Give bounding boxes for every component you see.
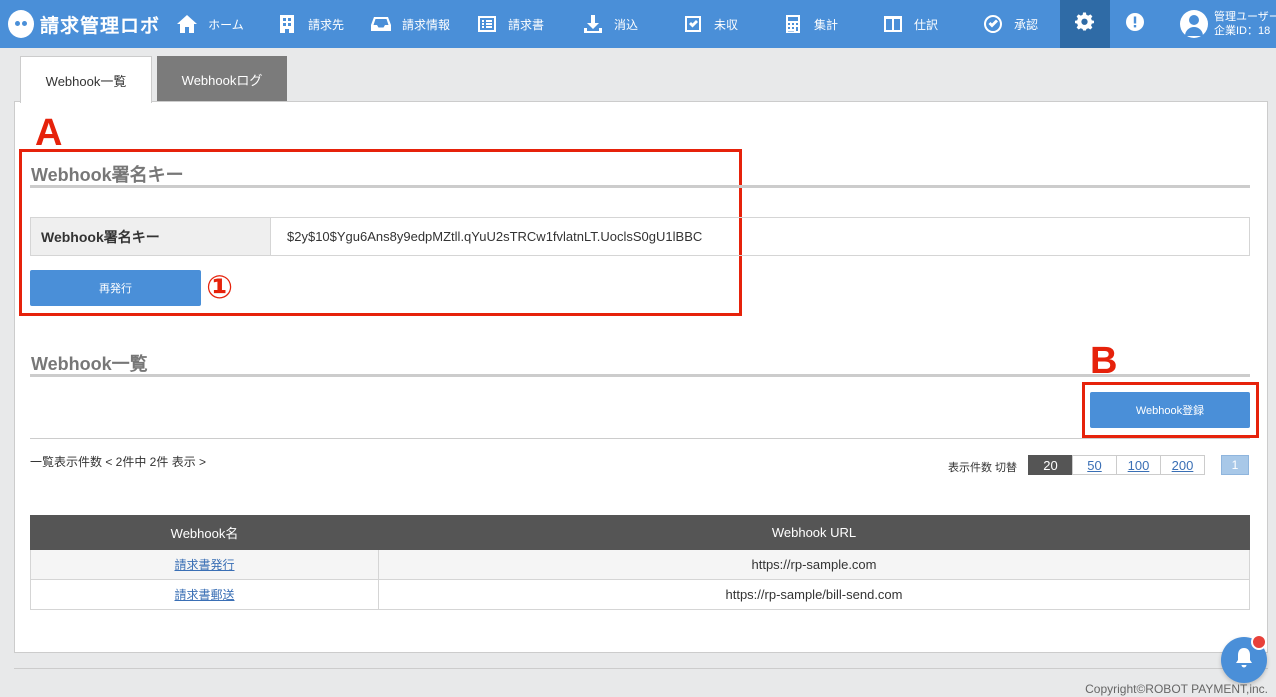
user-name: 管理ユーザー: [1214, 11, 1276, 23]
calculator-icon: [782, 13, 804, 35]
nav-item-home[interactable]: ホーム: [160, 0, 260, 48]
per-page-option[interactable]: 20: [1028, 455, 1073, 475]
document-list-icon: [476, 13, 498, 35]
nav-item-billing-target[interactable]: 請求先: [260, 0, 360, 48]
robot-logo-icon: [8, 10, 34, 38]
column-header-url: Webhook URL: [378, 515, 1250, 550]
table-cell: 請求書郵送: [30, 579, 379, 610]
per-page-option[interactable]: 100: [1116, 455, 1161, 475]
annotation-label-b: B: [1090, 340, 1118, 382]
nav-item-reconcile[interactable]: 消込: [560, 0, 660, 48]
user-info: 管理ユーザー 企業ID：18: [1214, 10, 1276, 38]
webhook-name-link[interactable]: 請求書発行: [174, 558, 234, 572]
table-row: 請求書郵送 https://rp-sample/bill-send.com: [30, 579, 1250, 610]
nav-item-label: 未収: [713, 17, 738, 32]
alert-button[interactable]: [1110, 0, 1160, 48]
footer-divider: [14, 668, 1268, 669]
bell-icon: [1234, 647, 1254, 674]
user-menu[interactable]: 管理ユーザー 企業ID：18: [1160, 10, 1276, 38]
table-row: 請求書発行 https://rp-sample.com: [30, 549, 1250, 580]
nav-item-invoice[interactable]: 請求書: [460, 0, 560, 48]
exclamation-circle-icon: [1125, 12, 1145, 37]
table-header-row: Webhook名 Webhook URL: [30, 515, 1250, 550]
webhook-list-title: Webhook一覧: [31, 354, 148, 374]
home-icon: [176, 13, 198, 35]
building-icon: [276, 13, 298, 35]
nav-item-label: 仕訳: [913, 17, 938, 32]
nav-item-label: 請求情報: [401, 17, 450, 32]
gear-icon: [1075, 11, 1095, 37]
page-number-button[interactable]: 1: [1221, 455, 1249, 475]
divider: [30, 438, 1250, 439]
annotation-circle-1: ①: [206, 268, 234, 306]
per-page-option[interactable]: 200: [1160, 455, 1205, 475]
copyright-text: Copyright©ROBOT PAYMENT,inc.: [1085, 682, 1268, 696]
section-divider: [30, 374, 1250, 377]
nav-item-label: 承認: [1013, 17, 1038, 32]
table-cell: 請求書発行: [30, 549, 379, 580]
webhook-url-cell: https://rp-sample/bill-send.com: [378, 579, 1250, 610]
webhook-table: Webhook名 Webhook URL 請求書発行 https://rp-sa…: [30, 515, 1250, 610]
nav-item-billing-info[interactable]: 請求情報: [360, 0, 460, 48]
nav-item-label: 集計: [813, 17, 838, 32]
webhook-register-button[interactable]: Webhook登録: [1090, 392, 1250, 428]
signature-key-label: Webhook署名キー: [31, 218, 271, 255]
download-icon: [582, 13, 604, 35]
list-count-text: 一覧表示件数 < 2件中 2件 表示 >: [30, 455, 207, 469]
columns-icon: [882, 13, 904, 35]
signature-section-title: Webhook署名キー: [31, 165, 184, 185]
section-divider: [30, 185, 1250, 188]
nav-item-approval[interactable]: 承認: [960, 0, 1060, 48]
top-navigation: 請求管理ロボ ホーム 請求先 請求情報 請求書 消込 未収 集計 仕訳 承認 管…: [0, 0, 1276, 48]
nav-item-summary[interactable]: 集計: [760, 0, 860, 48]
user-avatar-icon: [1180, 10, 1208, 38]
settings-button[interactable]: [1060, 0, 1110, 48]
nav-item-label: ホーム: [208, 17, 244, 32]
notification-badge: [1251, 634, 1267, 650]
column-header-name: Webhook名: [30, 515, 379, 550]
webhook-name-link[interactable]: 請求書郵送: [174, 588, 234, 602]
nav-item-label: 請求先: [307, 17, 344, 32]
app-logo-text: 請求管理ロボ: [39, 15, 160, 37]
webhook-url-cell: https://rp-sample.com: [378, 549, 1250, 580]
user-company-id: 企業ID：18: [1214, 25, 1271, 37]
inbox-icon: [370, 13, 392, 35]
signature-key-table: Webhook署名キー $2y$10$Ygu6Ans8y9edpMZtll.qY…: [30, 217, 1250, 256]
checkbox-icon: [682, 13, 704, 35]
per-page-label: 表示件数 切替: [948, 462, 1018, 474]
nav-item-journal[interactable]: 仕訳: [860, 0, 960, 48]
nav-item-unpaid[interactable]: 未収: [660, 0, 760, 48]
reissue-button[interactable]: 再発行: [30, 270, 201, 306]
tab-webhook-log[interactable]: Webhookログ: [157, 56, 287, 102]
check-circle-icon: [982, 13, 1004, 35]
signature-key-value: $2y$10$Ygu6Ans8y9edpMZtll.qYuU2sTRCw1fvl…: [287, 229, 703, 244]
per-page-option[interactable]: 50: [1072, 455, 1117, 475]
tab-webhook-list[interactable]: Webhook一覧: [20, 56, 152, 103]
nav-item-label: 消込: [613, 17, 638, 32]
per-page-switcher: 20 50 100 200: [1028, 455, 1205, 475]
nav-item-label: 請求書: [507, 17, 544, 32]
app-logo[interactable]: 請求管理ロボ: [0, 10, 160, 38]
